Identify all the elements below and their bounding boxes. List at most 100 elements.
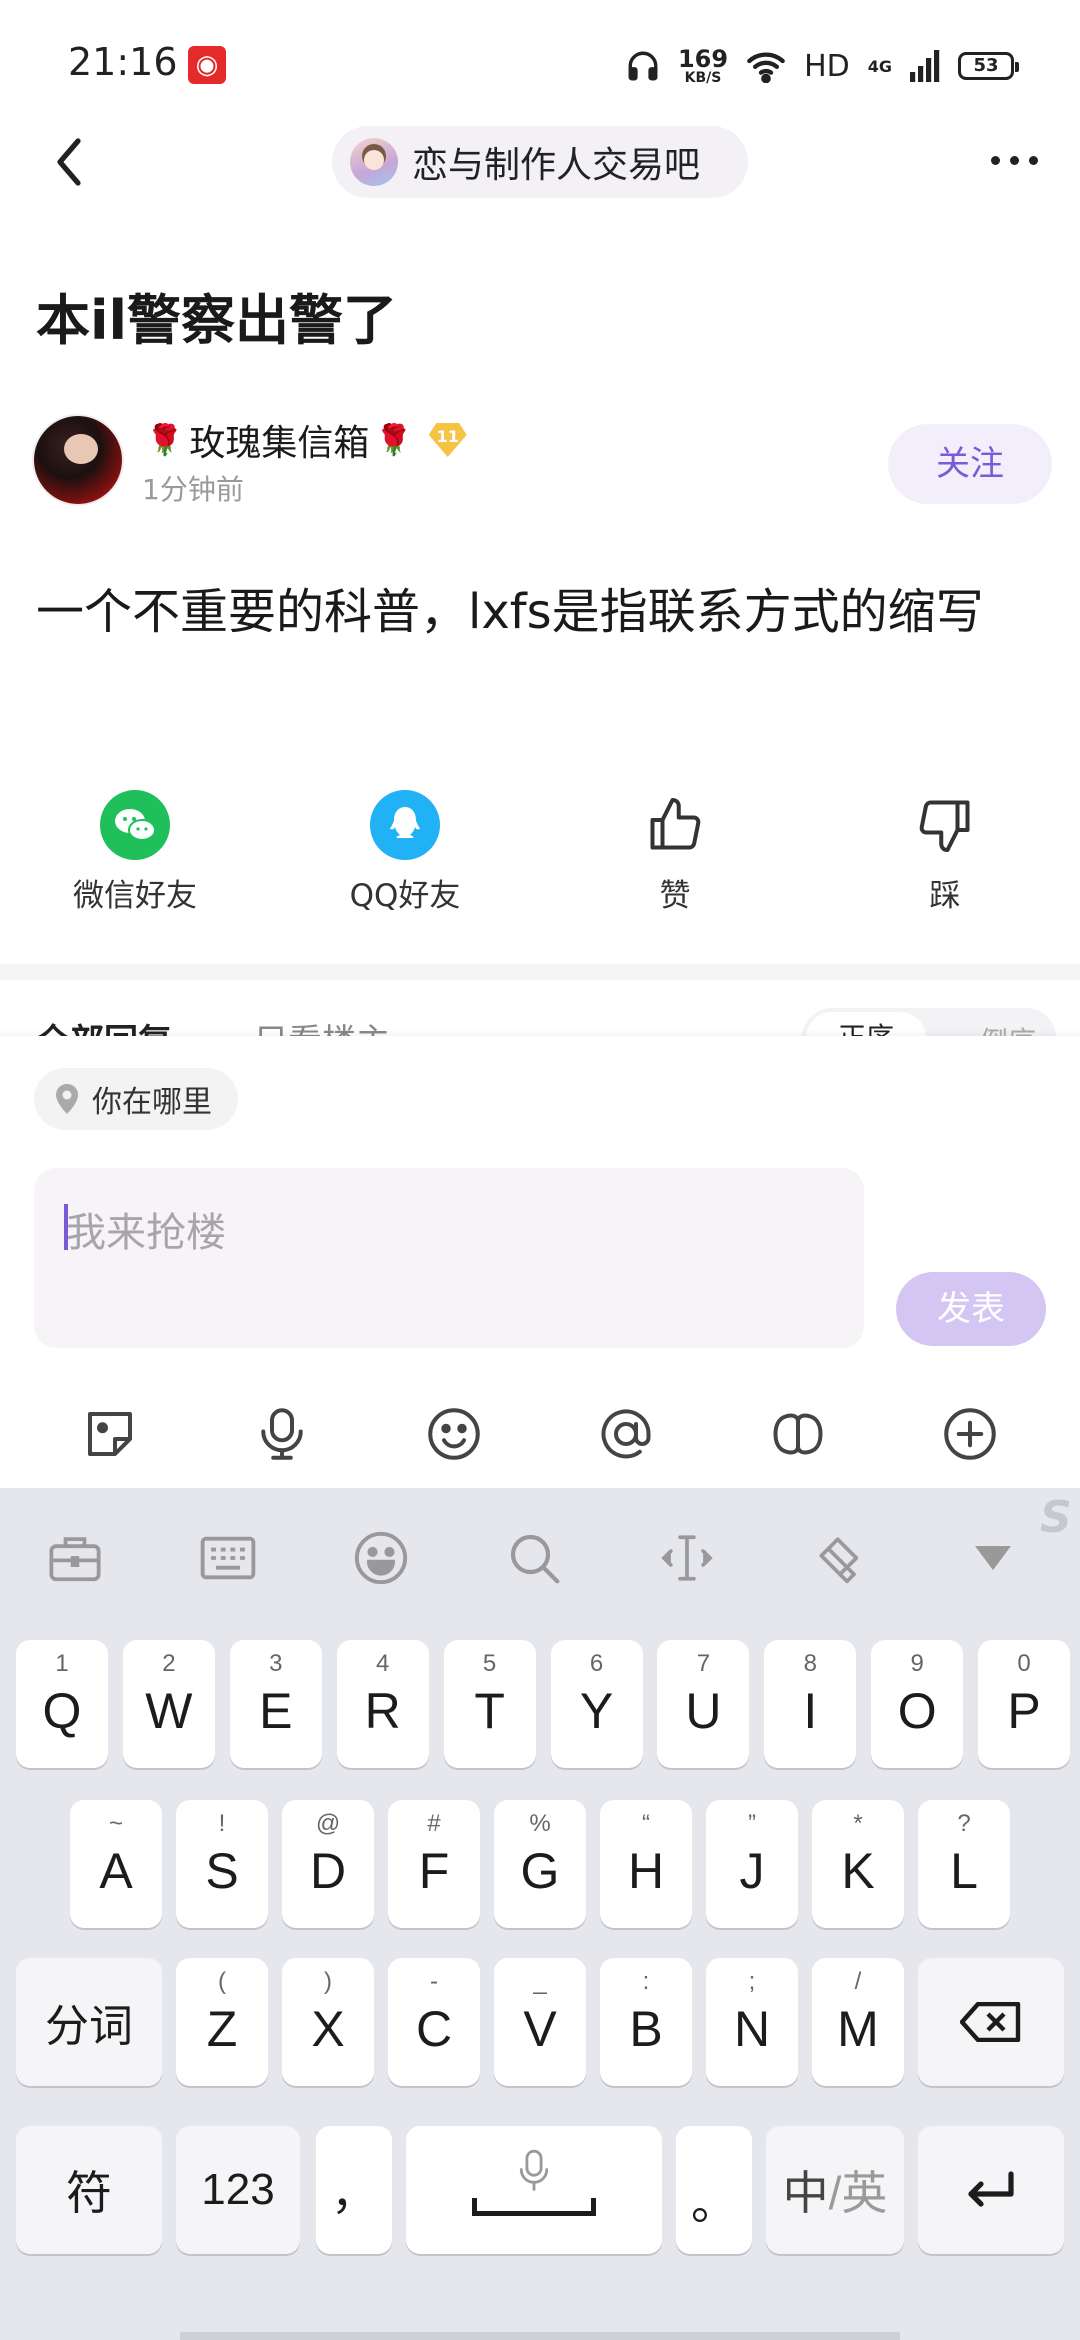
key-i[interactable]: 8I <box>764 1640 857 1768</box>
numbers-key[interactable]: 123 <box>176 2126 300 2254</box>
key-k[interactable]: * K <box>812 1800 904 1928</box>
key-c[interactable]: -C <box>388 1958 480 2086</box>
key-secondary-label: 1 <box>55 1650 69 1677</box>
key-x[interactable]: ) X <box>282 1958 374 2086</box>
share-wechat-label: 微信好友 <box>73 878 197 914</box>
qq-icon <box>370 790 440 860</box>
key-h[interactable]: “H <box>600 1800 692 1928</box>
reply-input[interactable]: 我来抢楼 <box>34 1168 864 1348</box>
kb-search-button[interactable] <box>457 1488 610 1628</box>
level-badge: 11 <box>428 423 467 457</box>
comma-key[interactable]: ， <box>316 2126 392 2254</box>
location-chip[interactable]: 你在哪里 <box>34 1068 238 1130</box>
sort-ascending[interactable]: 正序 <box>806 1012 926 1036</box>
kb-skin-button[interactable] <box>763 1488 916 1628</box>
key-secondary-label: 8 <box>803 1650 817 1677</box>
key-m[interactable]: / M <box>812 1958 904 2086</box>
share-qq-button[interactable]: QQ好友 <box>270 790 540 920</box>
segment-key[interactable]: 分词 <box>16 1958 162 2086</box>
wifi-icon <box>747 52 785 83</box>
author-row: 🌹 玫瑰集信箱 🌹 11 1分钟前 关注 <box>32 414 1052 514</box>
key-primary-label: W <box>145 1683 193 1739</box>
key-f[interactable]: # F <box>388 1800 480 1928</box>
key-primary-label: H <box>627 1843 665 1899</box>
sort-descending[interactable]: 倒序 <box>980 1020 1036 1036</box>
key-primary-label: E <box>259 1683 293 1739</box>
numbers-key-label: 123 <box>201 2165 275 2214</box>
sort-toggle[interactable]: 正序 倒序 <box>802 1008 1056 1036</box>
key-v[interactable]: _ V <box>494 1958 586 2086</box>
key-g[interactable]: % G <box>494 1800 586 1928</box>
add-more-button[interactable] <box>884 1394 1056 1474</box>
period-key[interactable]: 。 <box>676 2126 752 2254</box>
kb-toolbox-button[interactable] <box>0 1488 151 1628</box>
key-primary-label: N <box>733 2001 771 2057</box>
keyboard-icon <box>200 1536 255 1580</box>
tab-op-only[interactable]: 只看楼主 <box>254 1014 390 1036</box>
forum-link[interactable]: 恋与制作人交易吧 <box>332 126 748 198</box>
key-l[interactable]: ? L <box>918 1800 1010 1928</box>
gift-button[interactable] <box>712 1394 884 1474</box>
plus-circle-icon <box>944 1408 996 1460</box>
dislike-button[interactable]: 踩 <box>810 790 1080 920</box>
network-speed-unit: KB/S <box>684 70 722 86</box>
key-j[interactable]: ” J <box>706 1800 798 1928</box>
symbol-key[interactable]: 符 <box>16 2126 162 2254</box>
status-bar: 21:16 ◉ 169 KB/S HD 4G 53 <box>0 0 1080 130</box>
key-t[interactable]: 5T <box>443 1640 536 1768</box>
key-r[interactable]: 4R <box>336 1640 429 1768</box>
key-a[interactable]: ~ A <box>70 1800 162 1928</box>
follow-button[interactable]: 关注 <box>888 424 1052 504</box>
key-s[interactable]: ! S <box>176 1800 268 1928</box>
voice-button[interactable] <box>196 1394 368 1474</box>
space-key[interactable] <box>406 2126 662 2254</box>
kb-cursor-button[interactable] <box>610 1488 763 1628</box>
key-e[interactable]: 3E <box>229 1640 322 1768</box>
key-o[interactable]: 9O <box>871 1640 964 1768</box>
key-primary-label: L <box>950 1843 978 1899</box>
key-n[interactable]: ; N <box>706 1958 798 2086</box>
period-key-label: 。 <box>691 2177 737 2229</box>
language-switch-key[interactable]: 中/英 <box>766 2126 904 2254</box>
mention-button[interactable] <box>540 1394 712 1474</box>
kb-emoji-button[interactable] <box>304 1488 457 1628</box>
share-wechat-button[interactable]: 微信好友 <box>0 790 270 920</box>
author-name: 玫瑰集信箱 <box>189 423 370 464</box>
share-action-row: 微信好友 QQ好友 赞 踩 <box>0 790 1080 920</box>
key-primary-label: F <box>418 1843 450 1899</box>
author-avatar[interactable] <box>32 414 124 506</box>
gift-icon <box>773 1413 823 1455</box>
key-secondary-label: 0 <box>1017 1650 1031 1677</box>
text-cursor <box>64 1204 68 1250</box>
key-z[interactable]: (Z <box>176 1958 268 2086</box>
tab-all-replies[interactable]: 全部回复 <box>36 1014 172 1036</box>
sticker-icon <box>88 1412 132 1456</box>
soft-keyboard: S 1Q2W3E4R5T6Y7U8I9O0P ~ A! S @ D # F% G “H” J * K?… <box>0 1488 1080 2340</box>
back-button[interactable] <box>44 132 94 192</box>
kb-layout-button[interactable] <box>151 1488 304 1628</box>
key-y[interactable]: 6Y <box>550 1640 643 1768</box>
key-u[interactable]: 7U <box>657 1640 750 1768</box>
key-p[interactable]: 0P <box>978 1640 1071 1768</box>
author-name-line[interactable]: 🌹 玫瑰集信箱 🌹 11 <box>146 414 467 466</box>
backspace-key[interactable] <box>918 1958 1064 2086</box>
location-pin-icon <box>56 1084 78 1114</box>
key-d[interactable]: @ D <box>282 1800 374 1928</box>
key-q[interactable]: 1Q <box>16 1640 108 1768</box>
key-w[interactable]: 2W <box>122 1640 215 1768</box>
key-primary-label: C <box>415 2001 453 2057</box>
reply-compose-panel: 你在哪里 我来抢楼 发表 <box>0 1036 1080 1488</box>
post-time: 1分钟前 <box>142 473 244 506</box>
enter-key[interactable] <box>918 2126 1064 2254</box>
emoji-button[interactable] <box>368 1394 540 1474</box>
like-button[interactable]: 赞 <box>540 790 810 920</box>
more-dot-icon <box>990 155 1000 165</box>
key-secondary-label: 5 <box>482 1650 497 1677</box>
emoji-icon <box>428 1408 480 1460</box>
key-b[interactable]: :B <box>600 1958 692 2086</box>
submit-button[interactable]: 发表 <box>896 1272 1046 1346</box>
sticker-button[interactable] <box>24 1394 196 1474</box>
chevron-down-icon <box>974 1546 1011 1570</box>
more-options-button[interactable] <box>984 138 1044 182</box>
toolbox-icon <box>48 1537 101 1582</box>
